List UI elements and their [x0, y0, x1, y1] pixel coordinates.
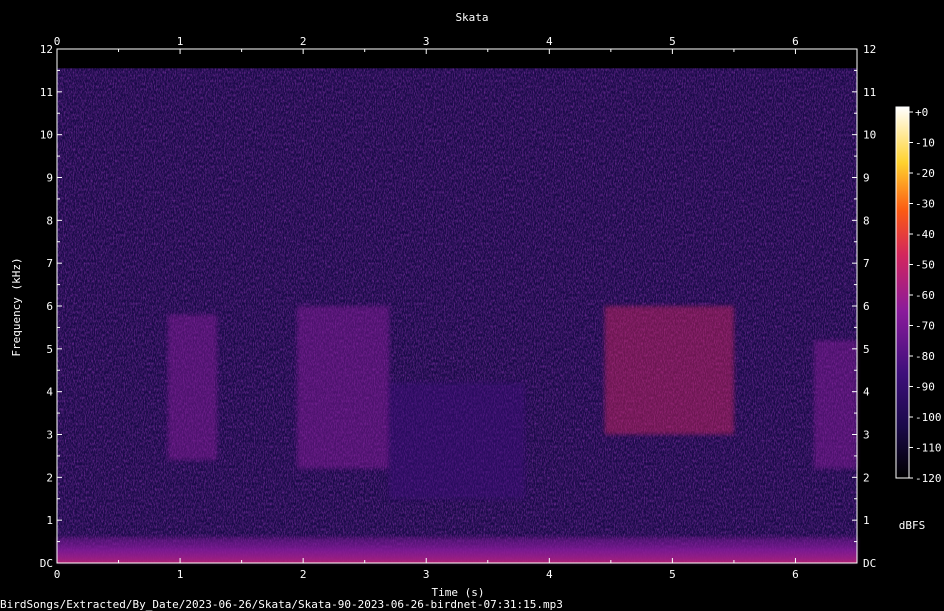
y-tick-label-right: 12 [863, 43, 876, 56]
energy-region [167, 314, 217, 461]
colorbar-tick-label: +0 [915, 106, 928, 119]
colorbar-tick-label: -20 [915, 167, 935, 180]
x-tick-label-top: 6 [792, 35, 799, 48]
x-tick-label: 3 [423, 568, 430, 581]
y-tick-label: 4 [46, 386, 53, 399]
colorbar: +0 -10 -20 -30 -40 -50 -60 -70 -80 -90 -100 -110 -12… [895, 106, 942, 532]
y-tick-label-right: 3 [863, 429, 870, 442]
x-tick-label: 2 [300, 568, 307, 581]
y-tick-label-right: DC [863, 557, 876, 570]
y-tick-label-right: 1 [863, 514, 870, 527]
colorbar-tick-label: -110 [915, 442, 942, 455]
y-tick-label-right: 4 [863, 386, 870, 399]
x-tick-label-top: 0 [54, 35, 61, 48]
y-tick-label: 12 [40, 43, 53, 56]
y-tick-label-right: 5 [863, 343, 870, 356]
spectrogram-chart: Skata 00112233445566 DC DC1 12 23 34 45 56 67 78… [0, 11, 942, 611]
colorbar-tick-label: -10 [915, 137, 935, 150]
y-tick-label-right: 7 [863, 257, 870, 270]
x-tick-label-top: 2 [300, 35, 307, 48]
y-tick-label: 3 [46, 429, 53, 442]
y-tick-label-right: 10 [863, 129, 876, 142]
x-tick-label-top: 1 [177, 35, 184, 48]
energy-region [604, 306, 734, 435]
y-tick-label-right: 2 [863, 471, 870, 484]
x-tick-label-top: 3 [423, 35, 430, 48]
x-tick-label: 0 [54, 568, 61, 581]
colorbar-tick-label: -80 [915, 350, 935, 363]
plot-area [56, 48, 858, 564]
energy-region [297, 306, 390, 469]
chart-title: Skata [455, 11, 488, 24]
colorbar-tick-label: -30 [915, 198, 935, 211]
x-tick-label: 6 [792, 568, 799, 581]
above-nyquist-band [57, 49, 857, 69]
colorbar-tick-label: -100 [915, 411, 942, 424]
y-tick-label: 8 [46, 214, 53, 227]
colorbar-gradient [895, 106, 910, 479]
y-tick-label-right: 11 [863, 86, 876, 99]
y-tick-label-right: 6 [863, 300, 870, 313]
colorbar-label: dBFS [899, 519, 926, 532]
colorbar-tick-label: -50 [915, 259, 935, 272]
energy-region [57, 537, 857, 563]
x-tick-label: 5 [669, 568, 676, 581]
colorbar-tick-label: -70 [915, 320, 935, 333]
y-tick-label: 5 [46, 343, 53, 356]
energy-region [813, 340, 857, 469]
y-tick-label: 6 [46, 300, 53, 313]
colorbar-tick-label: -120 [915, 472, 942, 485]
colorbar-ticks: +0 -10 -20 -30 -40 -50 -60 -70 -80 -90 -100 -110 -12… [909, 106, 942, 485]
file-path-label: BirdSongs/Extracted/By_Date/2023-06-26/S… [0, 598, 563, 611]
x-tick-label: 4 [546, 568, 553, 581]
y-tick-label: DC [40, 557, 53, 570]
y-tick-label: 2 [46, 471, 53, 484]
colorbar-tick-label: -60 [915, 289, 935, 302]
x-tick-label-top: 4 [546, 35, 553, 48]
y-axis-label: Frequency (kHz) [10, 257, 23, 356]
colorbar-tick-label: -90 [915, 381, 935, 394]
y-tick-label-right: 8 [863, 214, 870, 227]
y-tick-label: 9 [46, 172, 53, 185]
x-tick-label: 1 [177, 568, 184, 581]
y-tick-label-right: 9 [863, 172, 870, 185]
x-tick-label-top: 5 [669, 35, 676, 48]
y-tick-label: 10 [40, 129, 53, 142]
y-tick-label: 11 [40, 86, 53, 99]
colorbar-tick-label: -40 [915, 228, 935, 241]
y-tick-label: 7 [46, 257, 53, 270]
y-tick-label: 1 [46, 514, 53, 527]
energy-region [389, 383, 525, 499]
